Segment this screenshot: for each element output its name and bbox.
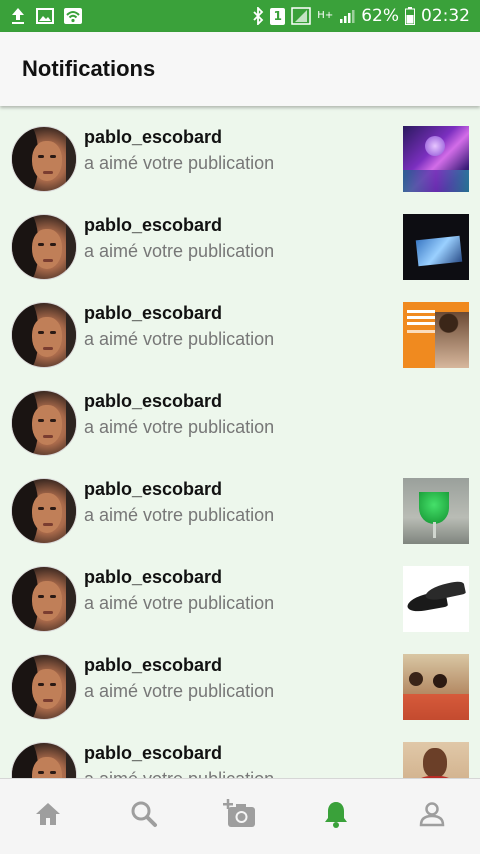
- post-thumbnail[interactable]: [403, 566, 469, 632]
- notification-username[interactable]: pablo_escobard: [84, 655, 222, 676]
- network-type: H+: [317, 10, 334, 21]
- avatar[interactable]: [11, 126, 77, 192]
- post-thumbnail[interactable]: [403, 654, 469, 720]
- post-thumbnail[interactable]: [403, 478, 469, 544]
- nav-home-button[interactable]: [18, 787, 78, 847]
- notification-text: a aimé votre publication: [84, 329, 275, 349]
- nav-profile-button[interactable]: [402, 787, 462, 847]
- upload-icon: [10, 7, 26, 25]
- notification-username[interactable]: pablo_escobard: [84, 743, 222, 764]
- notification-text: a aimé votre publication: [84, 241, 275, 261]
- notification-username[interactable]: pablo_escobard: [84, 567, 222, 588]
- notification-username[interactable]: pablo_escobard: [84, 127, 222, 148]
- post-thumbnail[interactable]: [403, 742, 469, 778]
- profile-icon: [419, 801, 445, 832]
- notification-item[interactable]: pablo_escobard a aimé votre publication: [0, 194, 480, 282]
- avatar[interactable]: [11, 654, 77, 720]
- signal-box-icon: [291, 7, 312, 25]
- notification-item[interactable]: pablo_escobard a aimé votre publication: [0, 722, 480, 778]
- post-thumbnail[interactable]: [403, 126, 469, 192]
- notifications-list[interactable]: pablo_escobard a aimé votre publication …: [0, 106, 480, 778]
- avatar[interactable]: [11, 390, 77, 456]
- avatar[interactable]: [11, 566, 77, 632]
- avatar[interactable]: [11, 742, 77, 778]
- notification-item[interactable]: pablo_escobard a aimé votre publication: [0, 282, 480, 370]
- add-photo-icon: [223, 799, 257, 834]
- status-bar: 1 H+ 62% 02:32: [0, 0, 480, 32]
- notification-username[interactable]: pablo_escobard: [84, 391, 222, 412]
- notifications-bell-icon: [323, 800, 349, 833]
- post-thumbnail[interactable]: [403, 214, 469, 280]
- notification-username[interactable]: pablo_escobard: [84, 215, 222, 236]
- notification-text: a aimé votre publication: [84, 681, 275, 701]
- notification-text: a aimé votre publication: [84, 769, 274, 778]
- avatar[interactable]: [11, 302, 77, 368]
- notification-text: a aimé votre publication: [84, 593, 275, 613]
- nav-notifications-button[interactable]: [306, 787, 366, 847]
- bottom-navigation: [0, 778, 480, 854]
- app-header: Notifications: [0, 32, 480, 106]
- post-thumbnail[interactable]: [403, 302, 469, 368]
- notification-item[interactable]: pablo_escobard a aimé votre publication: [0, 634, 480, 722]
- nav-search-button[interactable]: [114, 787, 174, 847]
- notification-item[interactable]: pablo_escobard a aimé votre publication: [0, 106, 480, 194]
- notification-item[interactable]: pablo_escobard a aimé votre publication: [0, 458, 480, 546]
- notification-text: a aimé votre publication: [84, 417, 275, 437]
- sim-icon: 1: [270, 7, 286, 25]
- page-title: Notifications: [22, 56, 156, 81]
- notification-text: a aimé votre publication: [84, 153, 275, 173]
- notification-text: a aimé votre publication: [84, 505, 275, 525]
- nav-add-photo-button[interactable]: [210, 787, 270, 847]
- notification-item[interactable]: pablo_escobard a aimé votre publication: [0, 546, 480, 634]
- wifi-icon: [64, 8, 82, 24]
- signal-icon: [339, 8, 355, 24]
- notification-item[interactable]: pablo_escobard a aimé votre publication: [0, 370, 480, 458]
- search-icon: [130, 800, 158, 833]
- avatar[interactable]: [11, 214, 77, 280]
- bluetooth-icon: [252, 7, 264, 25]
- avatar[interactable]: [11, 478, 77, 544]
- clock: 02:32: [421, 6, 470, 26]
- home-icon: [34, 801, 62, 832]
- battery-icon: [405, 7, 415, 25]
- sim-slot-label: 1: [273, 9, 282, 23]
- image-icon: [36, 8, 54, 24]
- battery-percent: 62%: [361, 6, 399, 26]
- notification-username[interactable]: pablo_escobard: [84, 303, 222, 324]
- notification-username[interactable]: pablo_escobard: [84, 479, 222, 500]
